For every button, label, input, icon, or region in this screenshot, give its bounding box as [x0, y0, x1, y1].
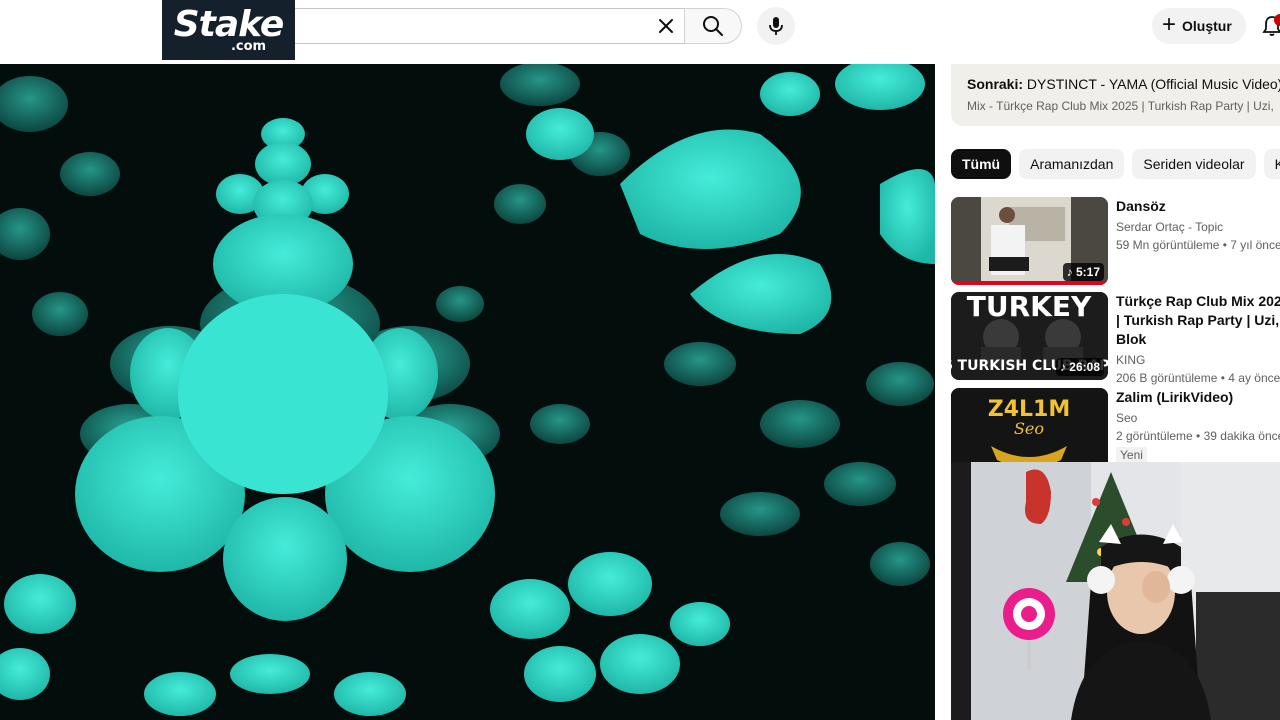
video-meta: 59 Mn görüntüleme • 7 yıl önce [1116, 238, 1280, 252]
up-next-card[interactable]: Sonraki: DYSTINCT - YAMA (Official Music… [951, 64, 1280, 126]
webcam-overlay [951, 462, 1280, 720]
duration-text: 26:08 [1069, 360, 1100, 374]
video-title[interactable]: Zalim (LirikVideo) [1116, 388, 1280, 407]
close-icon [659, 19, 673, 33]
search-icon [703, 16, 723, 36]
search-box [295, 8, 685, 44]
recommendation-item[interactable]: ♪ 5:17 Dansöz Serdar Ortaç - Topic 59 Mn… [951, 197, 1280, 287]
recommendation-item[interactable]: TURKEY 2026 TURKISH CLUB RAP MIX ♪ 26:08… [951, 292, 1280, 385]
video-meta: 206 B görüntüleme • 4 ay önce [1116, 371, 1280, 385]
duration-text: 5:17 [1075, 265, 1100, 279]
chip-all[interactable]: Tümü [951, 149, 1012, 179]
logo-text: Stake [173, 3, 285, 45]
video-meta: 2 görüntüleme • 39 dakika önce [1116, 429, 1280, 443]
new-badge: Yeni [1116, 447, 1147, 463]
channel-name[interactable]: Serdar Ortaç - Topic [1116, 218, 1280, 236]
video-player[interactable] [0, 64, 935, 720]
video-info: Zalim (LirikVideo) Seo 2 görüntüleme • 3… [1116, 388, 1280, 464]
microphone-icon [769, 17, 783, 35]
clear-search-button[interactable] [652, 12, 680, 40]
up-next-video-title: DYSTINCT - YAMA (Official Music Video) [1026, 76, 1280, 92]
up-next-title: Sonraki: DYSTINCT - YAMA (Official Music… [967, 75, 1280, 93]
filter-chips: TümüAramanızdanSeriden videolar KING [951, 149, 1280, 179]
chip-king[interactable]: KING [1263, 149, 1280, 179]
video-title[interactable]: Dansöz [1116, 197, 1280, 216]
thumbnail-text-top: TURKEY [967, 292, 1092, 323]
channel-name[interactable]: KING [1116, 351, 1280, 369]
create-button[interactable]: + Oluştur [1152, 8, 1246, 44]
video-info: Türkçe Rap Club Mix 2026 | Turkish Rap P… [1116, 292, 1280, 387]
top-bar: Stake .com + Oluştur [0, 0, 1280, 64]
voice-search-button[interactable] [757, 7, 795, 45]
chip-series[interactable]: Seriden videolar [1132, 149, 1256, 179]
video-thumbnail[interactable]: TURKEY 2026 TURKISH CLUB RAP MIX ♪ 26:08 [951, 292, 1108, 380]
video-duration: ♪ 26:08 [1055, 358, 1104, 376]
video-info: Dansöz Serdar Ortaç - Topic 59 Mn görünt… [1116, 197, 1280, 254]
video-frame [0, 64, 935, 720]
up-next-playlist: Mix - Türkçe Rap Club Mix 2025 | Turkish… [967, 99, 1273, 113]
thumbnail-text-bottom: Seo [1014, 419, 1044, 438]
logo-domain: .com [230, 38, 267, 54]
search-button[interactable] [684, 8, 742, 44]
notification-badge [1274, 14, 1280, 26]
stake-logo[interactable]: Stake .com [162, 0, 295, 60]
webcam-image [951, 462, 1280, 720]
chip-from-search[interactable]: Aramanızdan [1019, 149, 1125, 179]
search-input[interactable] [303, 15, 643, 37]
channel-name[interactable]: Seo [1116, 409, 1280, 427]
up-next-label: Sonraki: [967, 76, 1024, 92]
video-title[interactable]: Türkçe Rap Club Mix 2026 | Turkish Rap P… [1116, 292, 1280, 349]
video-thumbnail[interactable]: ♪ 5:17 [951, 197, 1108, 285]
create-label: Oluştur [1182, 18, 1232, 34]
video-duration: ♪ 5:17 [1062, 263, 1104, 281]
page: Stake .com + Oluştur Sonraki: DYSTINCT -… [0, 0, 1280, 720]
plus-icon: + [1162, 11, 1177, 38]
